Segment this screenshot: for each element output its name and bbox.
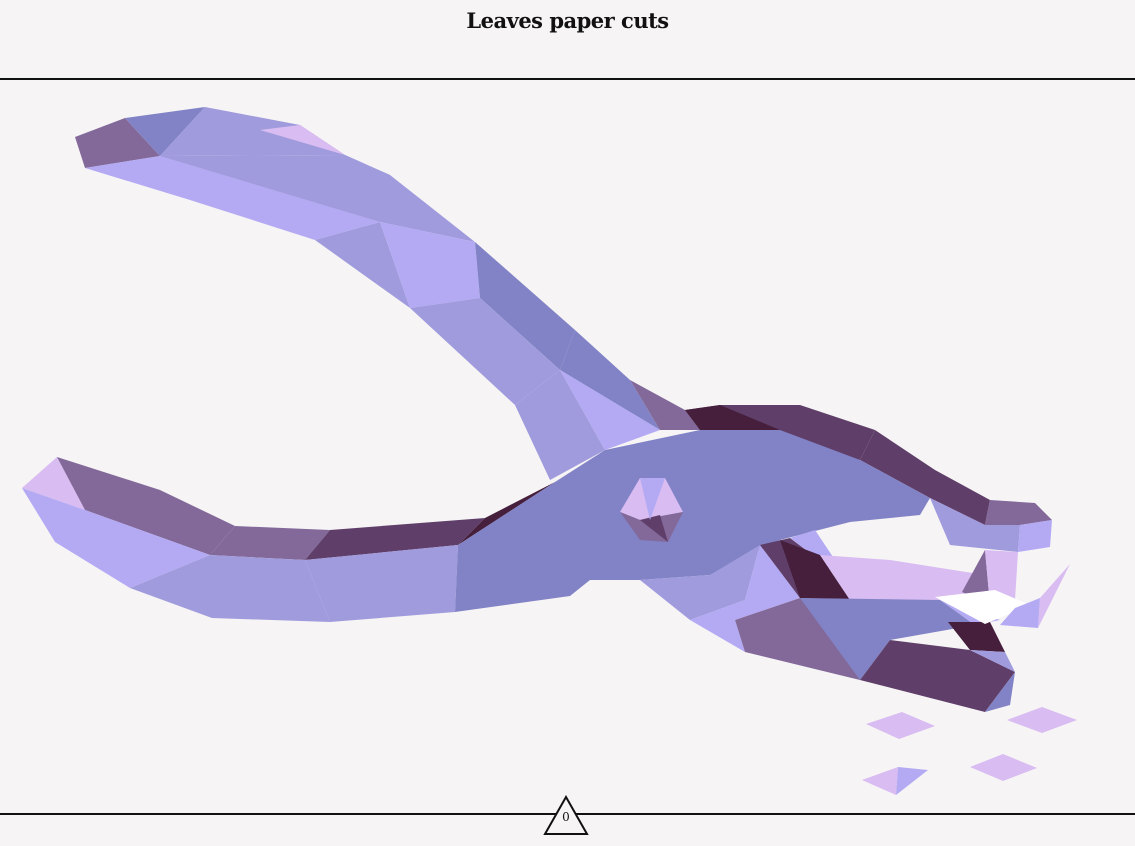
paper-chip-icon — [862, 767, 928, 795]
paper-chip-icon — [1007, 707, 1077, 733]
illustration-stage — [0, 80, 1135, 813]
header: Leaves paper cuts — [0, 0, 1135, 80]
counter-badge: 0 — [543, 795, 589, 836]
page: Leaves paper cuts 0 — [0, 0, 1135, 846]
hole-punch-pliers-icon — [22, 107, 1077, 795]
upper-handle — [75, 107, 700, 480]
confetti-chips — [862, 707, 1077, 795]
page-title: Leaves paper cuts — [466, 8, 669, 33]
paper-chip-icon — [866, 712, 935, 739]
paper-chip-icon — [970, 754, 1037, 781]
counter-value: 0 — [562, 810, 570, 824]
